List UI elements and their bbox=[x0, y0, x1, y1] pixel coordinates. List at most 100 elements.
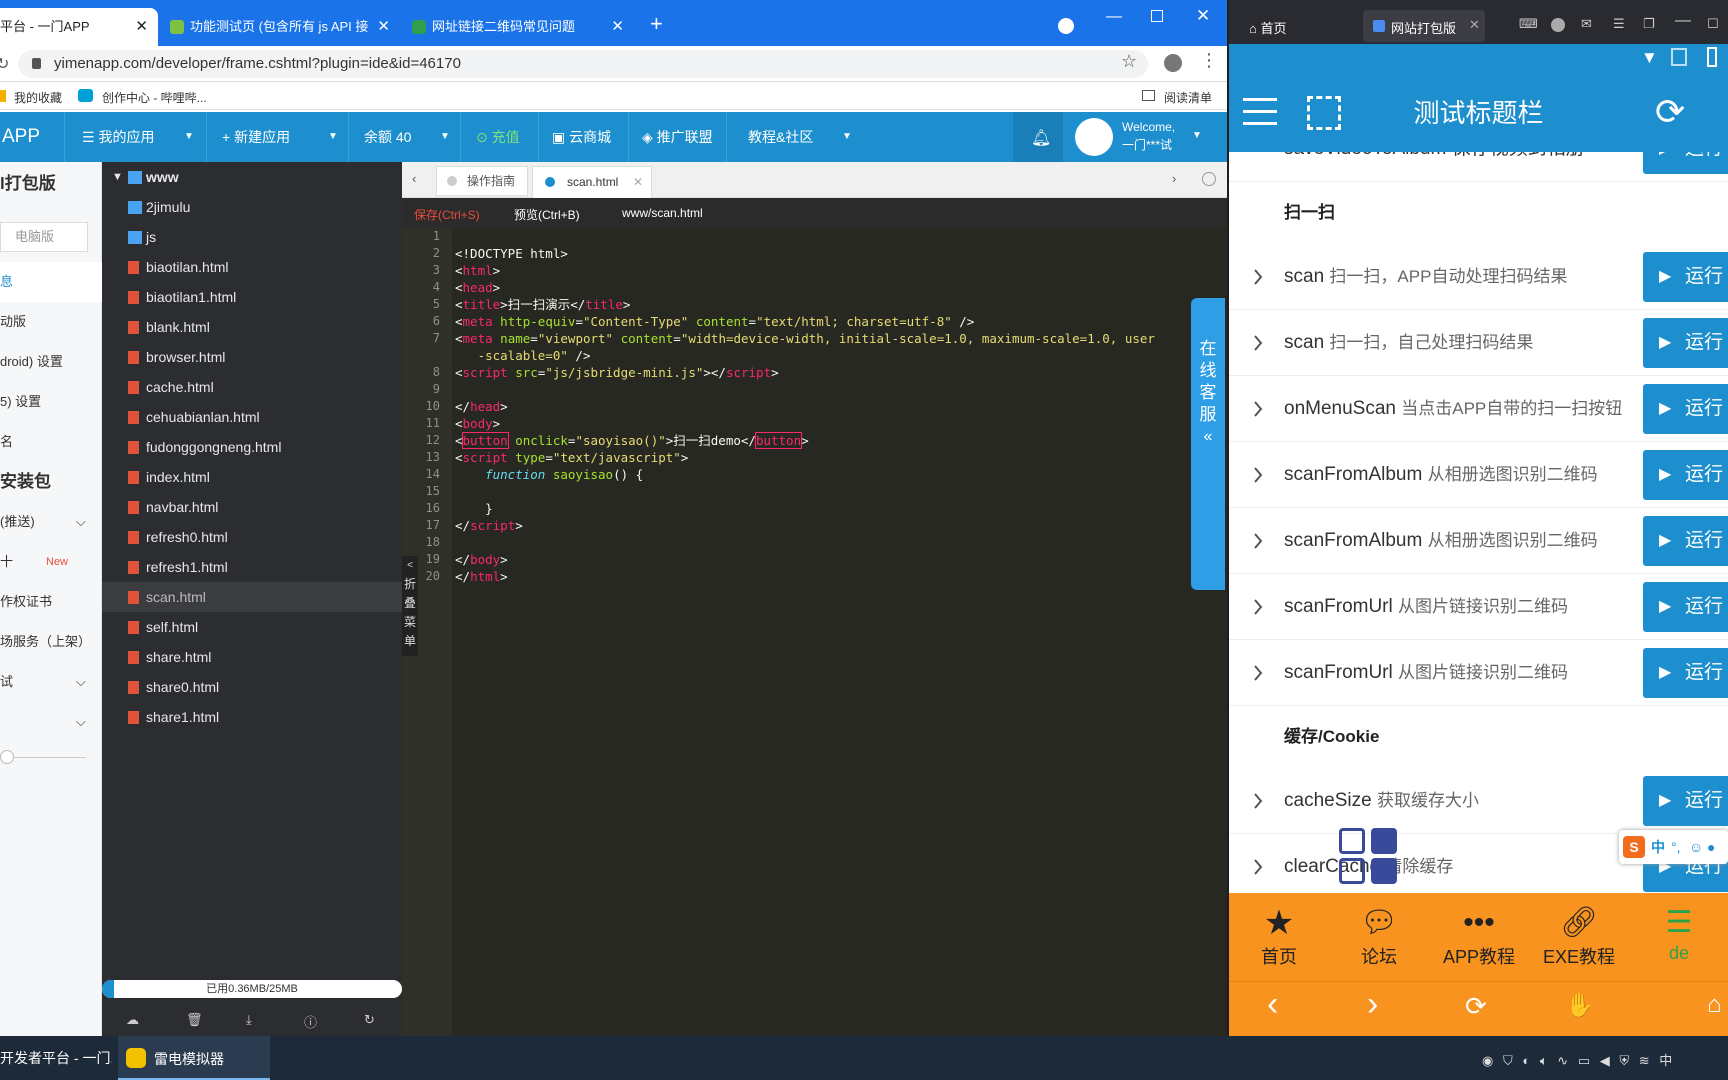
tree-file[interactable]: index.html bbox=[102, 462, 402, 492]
info-icon[interactable]: ⓘ bbox=[304, 1012, 317, 1031]
bookmark-item[interactable]: 创作中心 - 哔哩哔... bbox=[102, 89, 207, 106]
reload-icon[interactable]: ↻ bbox=[0, 54, 9, 74]
sidebar-item-push[interactable]: (推送) ⌵ bbox=[0, 502, 102, 542]
run-button[interactable]: ▶运行 bbox=[1643, 450, 1728, 500]
chevron-down-icon[interactable]: ▼ bbox=[842, 112, 852, 162]
sidebar-item-test[interactable]: 试 ⌵ bbox=[0, 662, 102, 702]
window-icon[interactable]: ❐ bbox=[1643, 16, 1655, 32]
brand-logo[interactable]: APP bbox=[2, 112, 40, 162]
sidebar-item[interactable]: 作权证书 bbox=[0, 582, 102, 622]
forward-arrow-icon[interactable]: › bbox=[1367, 985, 1378, 1024]
save-button[interactable]: 保存(Ctrl+S) bbox=[414, 206, 480, 223]
bottom-tab-forum[interactable]: 💬︎ 论坛 bbox=[1329, 903, 1429, 969]
chevron-down-icon[interactable]: ▼ bbox=[1192, 130, 1202, 141]
slider-handle[interactable] bbox=[0, 750, 14, 764]
api-row[interactable]: saveVideoToAlbum 保存视频到相册▶运行 bbox=[1229, 152, 1728, 182]
bottom-tab-exe-tutorial[interactable]: 🔗︎ EXE教程 bbox=[1529, 903, 1629, 969]
tree-file[interactable]: blank.html bbox=[102, 312, 402, 342]
bookmark-item[interactable]: 我的收藏 bbox=[14, 89, 62, 106]
user-icon[interactable] bbox=[1551, 18, 1565, 32]
tree-file[interactable]: refresh0.html bbox=[102, 522, 402, 552]
tab-scroll-left-icon[interactable]: ‹ bbox=[412, 171, 416, 186]
run-button[interactable]: ▶运行 bbox=[1643, 318, 1728, 368]
tree-file[interactable]: share.html bbox=[102, 642, 402, 672]
sidebar-item-more[interactable]: ⌵ bbox=[0, 702, 102, 742]
maximize-button[interactable] bbox=[1151, 10, 1163, 22]
reading-list-button[interactable]: 阅读清单 bbox=[1164, 89, 1212, 106]
api-row[interactable]: cacheSize 获取缓存大小 ▶ 运行 bbox=[1229, 768, 1728, 834]
minimize-icon[interactable]: — bbox=[1675, 12, 1691, 30]
reload-icon[interactable]: ⟳ bbox=[1465, 991, 1487, 1022]
api-row[interactable]: scanFromUrl 从图片链接识别二维码 ▶ 运行 bbox=[1229, 640, 1728, 706]
bottom-tab-app-tutorial[interactable]: ••• APP教程 bbox=[1429, 903, 1529, 969]
tab-search-icon[interactable] bbox=[1058, 18, 1074, 34]
bookmark-star-icon[interactable]: ☆ bbox=[1121, 51, 1137, 72]
recharge-button[interactable]: ⊙ 充值 bbox=[476, 112, 520, 162]
run-button[interactable]: ▶运行 bbox=[1643, 252, 1728, 302]
run-button[interactable]: ▶运行 bbox=[1643, 648, 1728, 698]
tree-folder-root[interactable]: ▼ www bbox=[102, 162, 402, 192]
tree-file[interactable]: cehuabianlan.html bbox=[102, 402, 402, 432]
sidebar-item[interactable]: 名 bbox=[0, 422, 102, 462]
run-button[interactable]: ▶运行 bbox=[1643, 776, 1728, 826]
gpu-icon[interactable]: ▭ bbox=[1578, 1053, 1590, 1068]
tree-file[interactable]: navbar.html bbox=[102, 492, 402, 522]
tree-file[interactable]: share1.html bbox=[102, 702, 402, 732]
tab-scroll-right-icon[interactable]: › bbox=[1172, 171, 1176, 186]
tray-app-icon[interactable]: ◉ bbox=[1482, 1053, 1493, 1068]
tree-folder[interactable]: js bbox=[102, 222, 402, 252]
taskbar-item-browser[interactable]: 开发者平台 - 一门... bbox=[0, 1036, 112, 1080]
api-row[interactable]: scan 扫一扫，APP自动处理扫码结果 ▶ 运行 bbox=[1229, 244, 1728, 310]
close-tab-icon[interactable]: ✕ bbox=[377, 8, 390, 46]
run-button[interactable]: ▶运行 bbox=[1643, 384, 1728, 434]
mail-icon[interactable]: ✉ bbox=[1581, 16, 1592, 32]
download-icon[interactable]: ⤓ bbox=[246, 1012, 252, 1028]
tree-file[interactable]: refresh1.html bbox=[102, 552, 402, 582]
chevron-down-icon[interactable]: ▼ bbox=[328, 112, 338, 162]
emulator-tab-active[interactable]: 网站打包版 ✕ bbox=[1363, 10, 1485, 42]
floating-menu-icon[interactable] bbox=[1339, 828, 1399, 886]
run-button[interactable]: ▶运行 bbox=[1643, 152, 1728, 174]
close-tab-icon[interactable]: ✕ bbox=[135, 8, 148, 46]
chevron-down-icon[interactable]: ▼ bbox=[440, 112, 450, 162]
delete-icon[interactable]: 🗑︎ bbox=[186, 1012, 203, 1028]
tray-shield-icon[interactable]: ⛉ bbox=[1503, 1053, 1513, 1068]
code-content[interactable]: <!DOCTYPE html> <html> <head> <title>扫一扫… bbox=[455, 228, 1175, 1036]
tree-file[interactable]: fudonggongneng.html bbox=[102, 432, 402, 462]
api-row[interactable]: scan 扫一扫，自己处理扫码结果 ▶ 运行 bbox=[1229, 310, 1728, 376]
sidebar-item[interactable]: 场服务（上架） bbox=[0, 622, 102, 662]
upload-icon[interactable]: ☁ bbox=[126, 1012, 139, 1028]
back-arrow-icon[interactable]: ‹ bbox=[1267, 985, 1278, 1024]
affiliate-button[interactable]: ◈ 推广联盟 bbox=[642, 112, 713, 162]
tree-file[interactable]: cache.html bbox=[102, 372, 402, 402]
tree-file[interactable]: share0.html bbox=[102, 672, 402, 702]
tree-file[interactable]: self.html bbox=[102, 612, 402, 642]
tutorial-menu[interactable]: 教程&社区 bbox=[748, 112, 813, 162]
tray-sogou-icon[interactable]: ◐ bbox=[1522, 1053, 1530, 1068]
chevron-down-icon[interactable]: ▼ bbox=[184, 112, 194, 162]
notification-button[interactable]: 🔔︎ bbox=[1013, 112, 1063, 162]
tree-file[interactable]: biaotilan1.html bbox=[102, 282, 402, 312]
api-row[interactable]: scanFromAlbum 从相册选图识别二维码 ▶ 运行 bbox=[1229, 442, 1728, 508]
url-input[interactable]: yimenapp.com/developer/frame.cshtml?plug… bbox=[18, 50, 1148, 78]
tree-file[interactable]: biaotilan.html bbox=[102, 252, 402, 282]
api-row[interactable]: onMenuScan 当点击APP自带的扫一扫按钮 ▶ 运行 bbox=[1229, 376, 1728, 442]
network-icon[interactable]: ∿ bbox=[1557, 1053, 1568, 1068]
new-tab-button[interactable]: + bbox=[650, 13, 663, 35]
speaker-icon[interactable]: ◀ bbox=[1600, 1053, 1610, 1068]
browser-tab[interactable]: 功能测试页 (包含所有 js API 接口 ✕ bbox=[160, 8, 400, 46]
pc-version-button[interactable]: 电脑版 bbox=[0, 222, 88, 252]
bottom-tab-more[interactable]: ☰ de bbox=[1629, 903, 1728, 964]
avatar[interactable] bbox=[1075, 118, 1113, 156]
refresh-icon[interactable]: ⟳ bbox=[1655, 92, 1685, 132]
minimize-button[interactable]: — bbox=[1106, 8, 1122, 26]
browser-tab[interactable]: 网址链接二维码常见问题 ✕ bbox=[402, 8, 634, 46]
home-tab[interactable]: ⌂ 首页 bbox=[1249, 18, 1286, 37]
close-tab-icon[interactable]: ✕ bbox=[633, 167, 643, 197]
bottom-tab-home[interactable]: ★ 首页 bbox=[1229, 903, 1329, 969]
sidebar-item[interactable]: 动版 bbox=[0, 302, 102, 342]
tab-scan-html[interactable]: scan.html ✕ bbox=[532, 166, 652, 198]
preview-button[interactable]: 预览(Ctrl+B) bbox=[514, 206, 580, 223]
taskbar-item-emulator[interactable]: 雷电模拟器 bbox=[118, 1036, 270, 1080]
run-button[interactable]: ▶运行 bbox=[1643, 516, 1728, 566]
